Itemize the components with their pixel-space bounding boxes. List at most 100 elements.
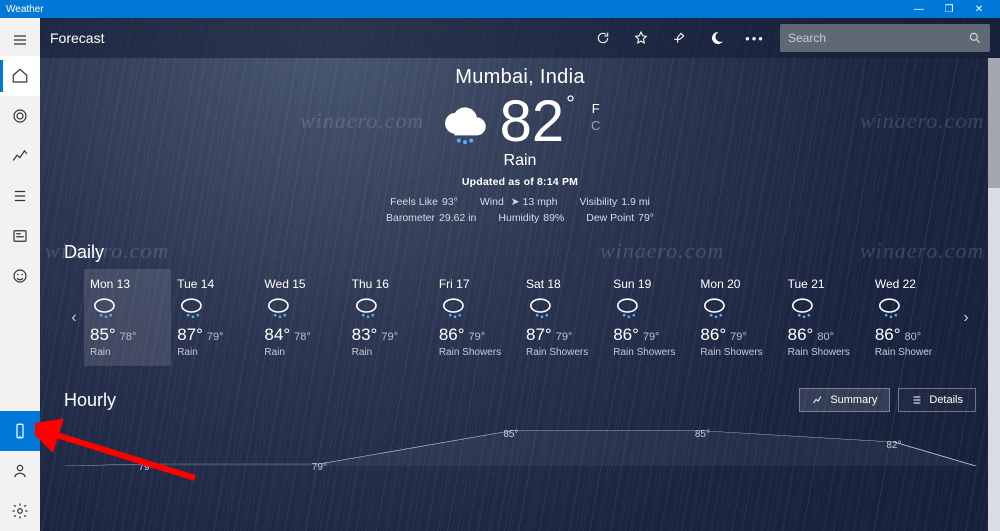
- wind-value: 13 mph: [522, 196, 557, 208]
- pin-icon: [671, 30, 687, 46]
- day-high: 83°79°: [352, 325, 427, 345]
- nav-historical[interactable]: [0, 136, 40, 176]
- daily-prev-button[interactable]: ‹: [64, 269, 84, 366]
- hourly-summary-button[interactable]: Summary: [799, 388, 890, 412]
- unit-celsius[interactable]: C: [591, 118, 600, 135]
- pin-button[interactable]: [660, 19, 698, 57]
- day-name: Tue 14: [177, 277, 252, 291]
- metrics-row-2: Barometer29.62 in Humidity89% Dew Point7…: [64, 212, 976, 224]
- day-high: 86°80°: [788, 325, 863, 345]
- nav-feedback-top[interactable]: [0, 256, 40, 296]
- radar-icon: [11, 107, 29, 125]
- location-name: Mumbai, India: [64, 66, 976, 89]
- day-condition-icon: [90, 295, 165, 321]
- current-conditions: Mumbai, India 82° F: [64, 66, 976, 224]
- moon-icon: [709, 30, 725, 46]
- minimize-button[interactable]: —: [904, 4, 934, 15]
- day-name: Thu 16: [352, 277, 427, 291]
- hourly-temp-label: 79°: [139, 462, 154, 473]
- daily-tile[interactable]: Sat 1887°79°Rain Showers: [520, 269, 607, 366]
- daily-tile[interactable]: Wed 1584°78°Rain: [258, 269, 345, 366]
- hamburger-menu-button[interactable]: [0, 24, 40, 56]
- more-icon: •••: [745, 31, 765, 46]
- refresh-icon: [595, 30, 611, 46]
- daily-tile[interactable]: Sun 1986°79°Rain Showers: [607, 269, 694, 366]
- day-desc: Rain: [352, 347, 427, 358]
- favorite-button[interactable]: [622, 19, 660, 57]
- nav-send-to-phone[interactable]: [0, 411, 40, 451]
- day-high: 86°79°: [613, 325, 688, 345]
- day-name: Tue 21: [788, 277, 863, 291]
- nav-maps[interactable]: [0, 96, 40, 136]
- summary-chart-icon: [812, 394, 824, 406]
- day-desc: Rain: [177, 347, 252, 358]
- day-low: 80°: [817, 331, 834, 343]
- main-pane: Forecast ••• winaero.com winaero.com win…: [40, 18, 1000, 531]
- wind-icon: ➤: [511, 196, 520, 208]
- updated-text: Updated as of 8:14 PM: [64, 176, 976, 188]
- search-icon: [968, 31, 982, 45]
- nav-forecast[interactable]: [0, 56, 40, 96]
- day-low: 80°: [905, 331, 922, 343]
- day-desc: Rain: [264, 347, 339, 358]
- daily-tile[interactable]: Mon 1385°78°Rain: [84, 269, 171, 366]
- star-icon: [633, 30, 649, 46]
- menu-icon: [12, 32, 28, 48]
- sidebar: [0, 18, 40, 531]
- search-input[interactable]: [788, 31, 968, 45]
- more-button[interactable]: •••: [736, 19, 774, 57]
- gear-icon: [11, 502, 29, 520]
- hourly-chart: 79°79°85°85°82°: [64, 426, 976, 466]
- metrics-row: Feels Like93° Wind ➤ 13 mph Visibility1.…: [64, 196, 976, 208]
- day-name: Wed 22: [875, 277, 950, 291]
- day-high: 86°79°: [700, 325, 775, 345]
- nav-news[interactable]: [0, 216, 40, 256]
- day-low: 78°: [294, 331, 311, 343]
- daily-tile[interactable]: Tue 1487°79°Rain: [171, 269, 258, 366]
- refresh-button[interactable]: [584, 19, 622, 57]
- hourly-details-button[interactable]: Details: [898, 388, 976, 412]
- day-high: 86°79°: [439, 325, 514, 345]
- daily-tile[interactable]: Tue 2186°80°Rain Showers: [782, 269, 869, 366]
- day-high: 86°80°: [875, 325, 950, 345]
- day-name: Sat 18: [526, 277, 601, 291]
- window-title: Weather: [6, 4, 44, 15]
- day-low: 79°: [643, 331, 660, 343]
- hourly-temp-label: 82°: [886, 440, 901, 451]
- day-name: Mon 13: [90, 277, 165, 291]
- daily-tile[interactable]: Fri 1786°79°Rain Showers: [433, 269, 520, 366]
- search-box[interactable]: [780, 24, 990, 52]
- smiley-icon: [11, 267, 29, 285]
- nav-settings[interactable]: [0, 491, 40, 531]
- day-desc: Rain: [90, 347, 165, 358]
- details-list-icon: [911, 394, 923, 406]
- list-icon: [11, 187, 29, 205]
- day-condition-icon: [439, 295, 514, 321]
- day-low: 79°: [207, 331, 224, 343]
- daily-forecast-list: ‹ Mon 1385°78°RainTue 1487°79°RainWed 15…: [64, 269, 976, 366]
- daily-tile[interactable]: Wed 2286°80°Rain Shower: [869, 269, 956, 366]
- day-condition-icon: [700, 295, 775, 321]
- daily-tile[interactable]: Mon 2086°79°Rain Showers: [694, 269, 781, 366]
- vertical-scrollbar[interactable]: [988, 58, 1000, 531]
- unit-fahrenheit[interactable]: F: [591, 101, 600, 118]
- daily-tile[interactable]: Thu 16 83°79° Rain: [346, 269, 433, 366]
- hourly-section-heading: Hourly: [64, 390, 116, 411]
- scrollbar-thumb[interactable]: [988, 58, 1000, 188]
- nav-favorites[interactable]: [0, 176, 40, 216]
- day-name: Mon 20: [700, 277, 775, 291]
- phone-icon: [11, 422, 29, 440]
- barometer-value: 29.62 in: [439, 212, 476, 224]
- day-desc: Rain Showers: [613, 347, 688, 358]
- dewpoint-value: 79°: [638, 212, 654, 224]
- day-high: 84°78°: [264, 325, 339, 345]
- nav-feedback[interactable]: [0, 451, 40, 491]
- theme-button[interactable]: [698, 19, 736, 57]
- page-title: Forecast: [50, 30, 104, 46]
- hourly-temp-label: 85°: [695, 429, 710, 440]
- day-low: 79°: [556, 331, 573, 343]
- maximize-button[interactable]: ❐: [934, 4, 964, 15]
- news-icon: [11, 227, 29, 245]
- daily-next-button[interactable]: ›: [956, 269, 976, 366]
- close-button[interactable]: ✕: [964, 4, 994, 15]
